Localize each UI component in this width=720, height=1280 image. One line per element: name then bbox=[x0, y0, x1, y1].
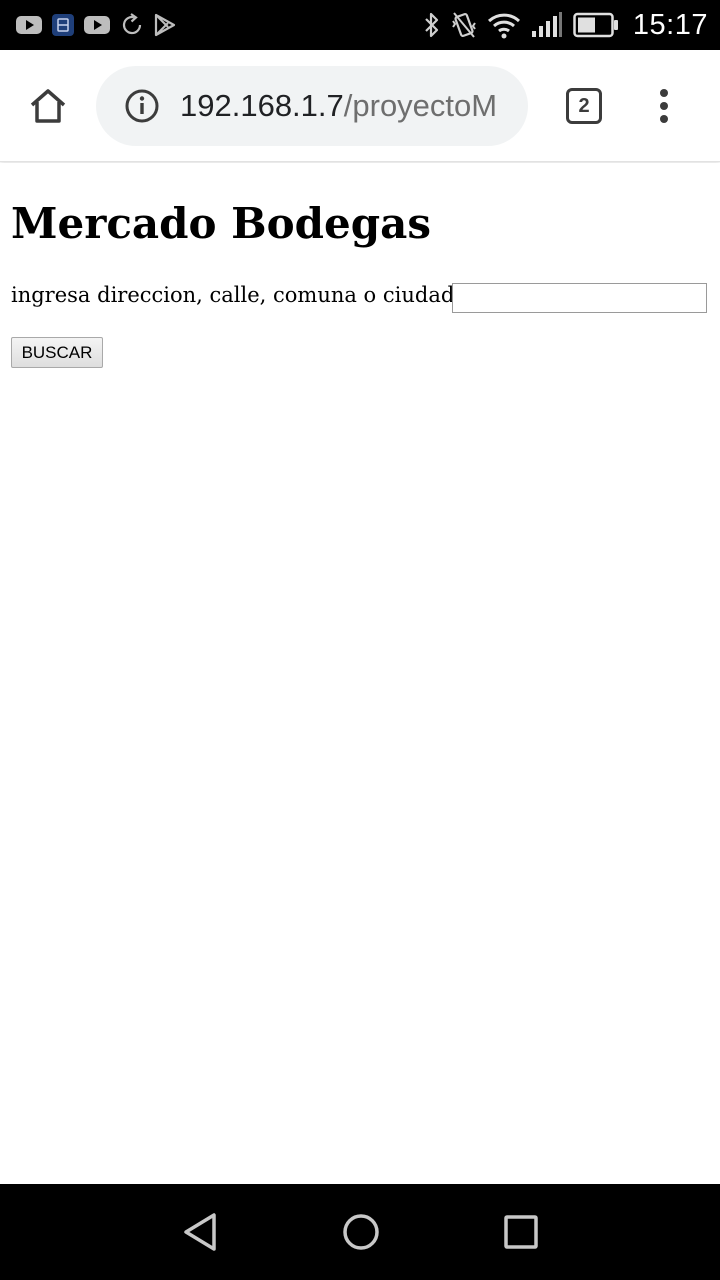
play-store-icon bbox=[154, 13, 176, 37]
tab-switcher-button[interactable]: 2 bbox=[566, 88, 602, 124]
recents-button[interactable] bbox=[501, 1212, 541, 1252]
info-icon[interactable] bbox=[124, 88, 160, 124]
navigation-bar bbox=[0, 1184, 720, 1280]
home-nav-button[interactable] bbox=[341, 1212, 381, 1252]
bluetooth-icon bbox=[423, 11, 441, 39]
tab-count: 2 bbox=[578, 94, 590, 117]
address-bar[interactable]: 192.168.1.7/proyectoM bbox=[96, 66, 528, 146]
circle-home-icon bbox=[343, 1214, 379, 1250]
clock-time: 15:17 bbox=[632, 8, 708, 41]
more-vert-icon bbox=[660, 89, 668, 123]
search-input[interactable] bbox=[452, 283, 707, 313]
notification-icons bbox=[16, 10, 176, 40]
home-button[interactable] bbox=[24, 82, 72, 130]
overflow-menu-button[interactable] bbox=[648, 86, 680, 126]
page-title: Mercado Bodegas bbox=[11, 199, 431, 248]
url-text[interactable]: 192.168.1.7/proyectoM bbox=[180, 86, 508, 126]
url-host: 192.168.1.7 bbox=[180, 88, 344, 123]
back-button[interactable] bbox=[181, 1212, 221, 1252]
url-path: /proyectoM bbox=[343, 88, 498, 123]
home-icon bbox=[30, 89, 66, 123]
search-label: ingresa direccion, calle, comuna o ciuda… bbox=[11, 283, 455, 307]
app-notification-icon bbox=[52, 14, 74, 36]
square-recents-icon bbox=[504, 1215, 538, 1249]
browser-toolbar: 192.168.1.7/proyectoM 2 bbox=[0, 50, 720, 162]
web-page: Mercado Bodegas ingresa direccion, calle… bbox=[0, 163, 720, 1184]
battery-icon bbox=[573, 12, 619, 38]
system-icons: 15:17 bbox=[423, 8, 708, 42]
search-button[interactable]: BUSCAR bbox=[11, 337, 103, 368]
sync-icon bbox=[120, 13, 144, 37]
youtube-icon bbox=[84, 15, 110, 35]
wifi-icon bbox=[487, 11, 521, 39]
vibrate-icon bbox=[451, 11, 477, 39]
back-icon bbox=[184, 1213, 216, 1251]
signal-icon bbox=[531, 11, 563, 39]
status-bar: 15:17 bbox=[0, 0, 720, 50]
youtube-icon bbox=[16, 15, 42, 35]
